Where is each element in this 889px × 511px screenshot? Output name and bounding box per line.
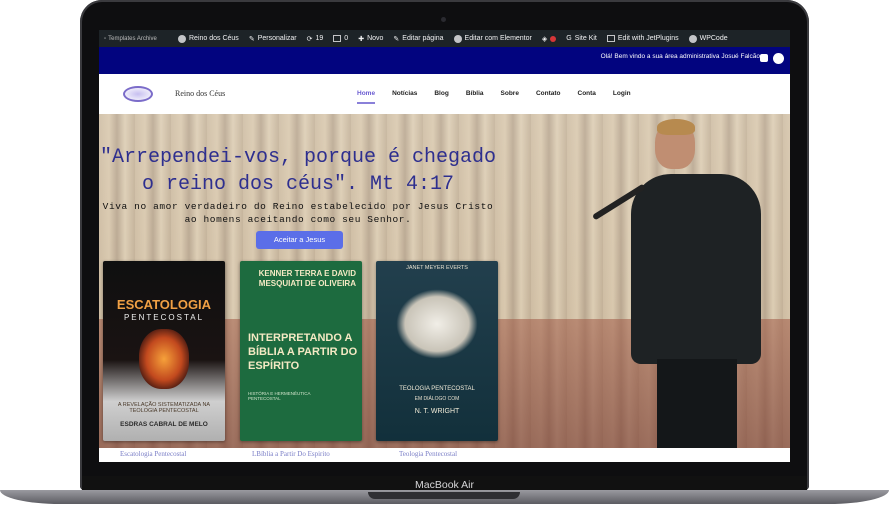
hero-subtitle: Viva no amor verdadeiro do Reino estabel… [102, 201, 494, 225]
nav-contato[interactable]: Contato [536, 90, 561, 104]
alert-dot-icon [550, 35, 557, 42]
wpcode-icon [688, 34, 697, 43]
settings-icon[interactable] [760, 54, 768, 62]
plus-icon: ✚ [358, 35, 365, 43]
accept-jesus-button[interactable]: Aceitar a Jesus [256, 231, 343, 249]
google-icon: G [566, 35, 572, 42]
admin-edit-page[interactable]: ✎ Editar página [393, 35, 443, 43]
admin-jetplugins[interactable]: Edit with JetPlugins [606, 35, 679, 42]
admin-updates[interactable]: ⟳ 19 [307, 35, 324, 43]
book-cover-teologia[interactable]: JANET MEYER EVERTS TEOLOGIA PENTECOSTAL … [376, 261, 498, 441]
hero-section: "Arrependei-vos, porque é chegado o rein… [99, 114, 790, 462]
site-header: Reino dos Céus Home Notícias Blog Bíblia… [99, 74, 790, 114]
main-nav: Home Notícias Blog Bíblia Sobre Contato … [357, 90, 648, 104]
user-avatar-icon[interactable] [773, 53, 784, 64]
book-captions: Escatologia Pentecostal LBíblia a Partir… [99, 448, 790, 462]
comment-icon [333, 35, 342, 42]
book-cover-escatologia[interactable]: ESCATOLOGIA PENTECOSTAL A REVELAÇÃO SIST… [103, 261, 225, 441]
admin-plugin-indicator[interactable]: ◈ [541, 35, 557, 43]
pencil-icon: ✎ [393, 35, 400, 43]
admin-wpcode[interactable]: WPCode [688, 34, 728, 43]
admin-site-link[interactable]: Reino dos Céus [178, 34, 239, 43]
elementor-icon [453, 34, 462, 43]
brush-icon: ✎ [248, 35, 255, 43]
wp-admin-bar: ▫ Templates Archive Reino dos Céus ✎ Perso… [99, 30, 790, 47]
admin-comments[interactable]: 0 [333, 35, 348, 42]
updates-icon: ⟳ [306, 35, 313, 43]
admin-elementor[interactable]: Editar com Elementor [453, 34, 532, 43]
templates-logo[interactable]: ▫ Templates Archive [104, 36, 168, 42]
admin-new[interactable]: ✚ Novo [358, 35, 383, 43]
book-caption-1[interactable]: Escatologia Pentecostal [120, 450, 186, 458]
jet-icon [606, 35, 615, 42]
hero-quote: "Arrependei-vos, porque é chegado o rein… [99, 146, 497, 196]
book-cover-interpretando[interactable]: KENNER TERRA E DAVID MESQUIATI DE OLIVEI… [240, 261, 362, 441]
site-logo[interactable] [123, 86, 153, 102]
nav-noticias[interactable]: Notícias [392, 90, 417, 104]
home-icon [178, 34, 186, 43]
nav-sobre[interactable]: Sobre [501, 90, 519, 104]
book-caption-2[interactable]: LBíblia a Partir Do Espirito [252, 450, 330, 458]
nav-home[interactable]: Home [357, 90, 376, 104]
nav-blog[interactable]: Blog [434, 90, 448, 104]
browser-screen: ▫ Templates Archive Reino dos Céus ✎ Perso… [99, 30, 790, 462]
book-caption-3[interactable]: Teologia Pentecostal [399, 450, 457, 458]
nav-login[interactable]: Login [613, 90, 631, 104]
broken-image-icon: ▫ [104, 35, 107, 42]
nav-conta[interactable]: Conta [578, 90, 596, 104]
hourglass-fire-icon [139, 329, 189, 389]
dove-icon [396, 289, 478, 359]
laptop-notch [368, 492, 520, 499]
preacher-image [591, 119, 769, 462]
admin-sitekit[interactable]: G Site Kit [566, 35, 597, 42]
camera-icon [441, 17, 446, 22]
admin-customize[interactable]: ✎ Personalizar [249, 35, 297, 43]
shield-icon: ◈ [541, 35, 548, 43]
nav-biblia[interactable]: Bíblia [466, 90, 484, 104]
welcome-text: Olá! Bem vindo a sua área administrativa… [600, 53, 760, 60]
site-title[interactable]: Reino dos Céus [175, 89, 225, 98]
welcome-bar: Olá! Bem vindo a sua área administrativa… [99, 47, 790, 74]
